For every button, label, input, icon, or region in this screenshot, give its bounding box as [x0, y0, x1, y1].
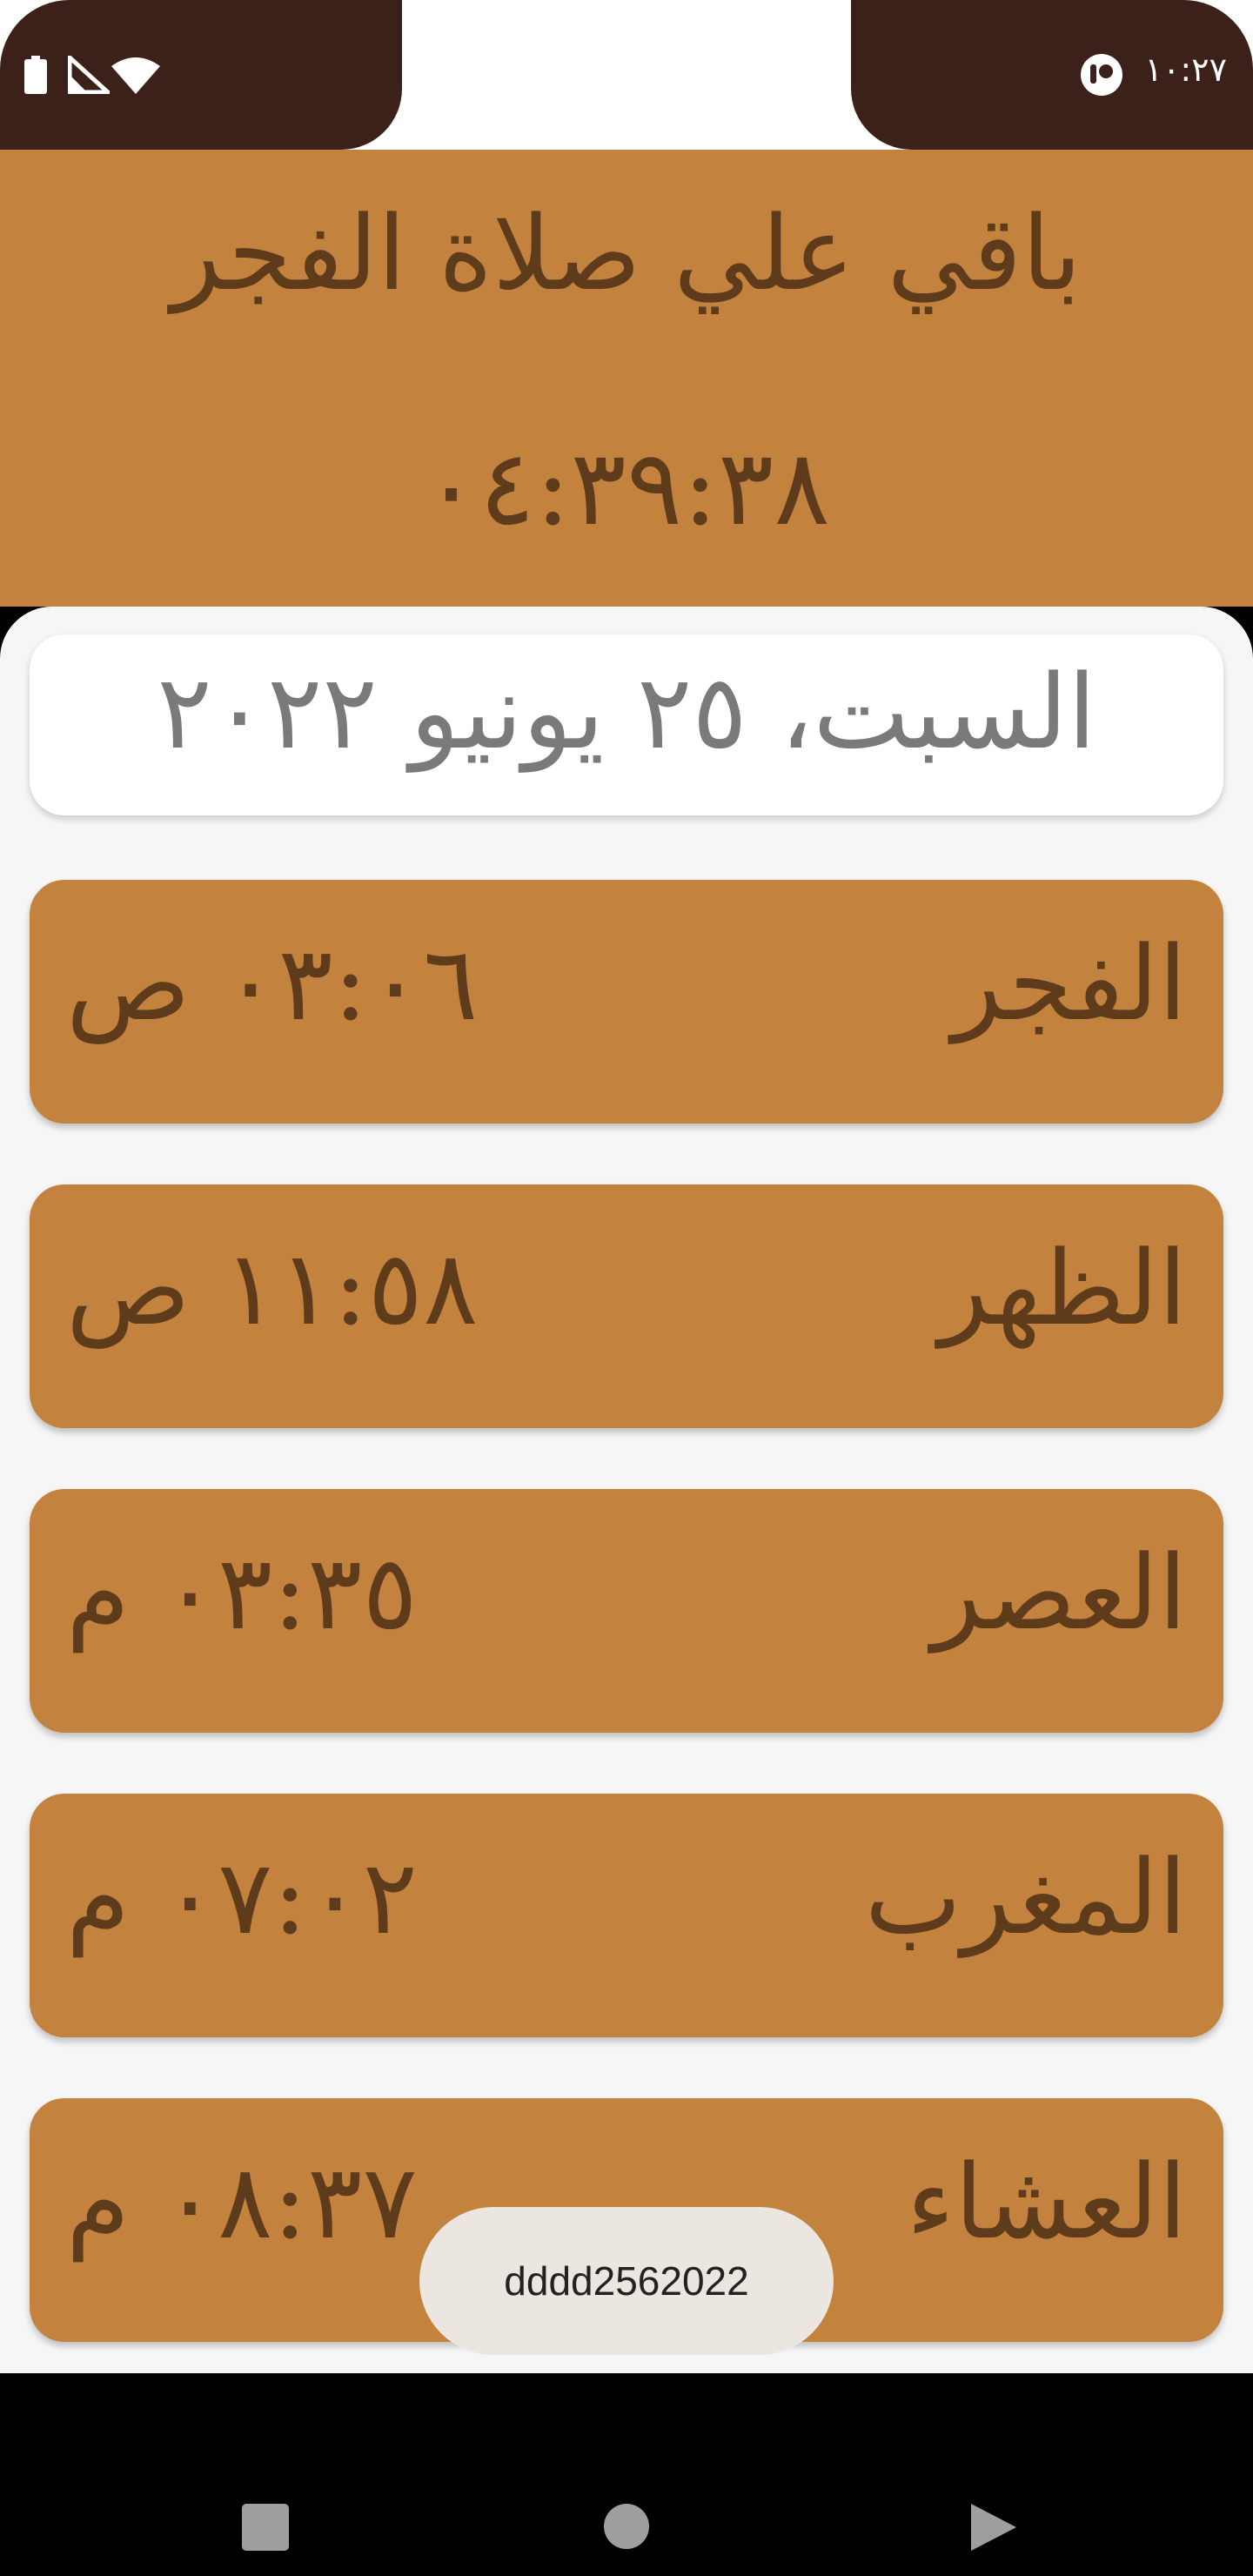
prayer-time: ٠٨:٣٧ م	[66, 2142, 418, 2262]
next-prayer-title: باقي علي صلاة الفجر	[171, 193, 1082, 313]
navigation-bar	[0, 2373, 1253, 2576]
prayer-name: العصر	[931, 1533, 1187, 1653]
status-bar-left	[0, 0, 402, 150]
prayer-name: الفجر	[952, 923, 1187, 1043]
status-bar-right: ١٠:٢٧	[851, 0, 1253, 150]
prayer-card-fajr[interactable]: الفجر ٠٣:٠٦ ص	[30, 880, 1223, 1124]
prayer-time: ٠٣:٠٦ ص	[66, 923, 479, 1043]
battery-icon	[24, 56, 47, 94]
prayer-time: ٠٧:٠٢ م	[66, 1837, 418, 1957]
record-icon	[1081, 54, 1122, 96]
prayer-card-maghrib[interactable]: المغرب ٠٧:٠٢ م	[30, 1794, 1223, 2037]
back-icon[interactable]	[966, 2500, 1020, 2554]
toast-message: dddd2562022	[419, 2207, 834, 2355]
prayer-card-dhuhr[interactable]: الظهر ١١:٥٨ ص	[30, 1184, 1223, 1428]
wifi-icon	[111, 57, 160, 94]
date-text: السبت، ٢٥ يونيو ٢٠٢٢	[157, 652, 1096, 772]
countdown-header: باقي علي صلاة الفجر ٠٤:٣٩:٣٨	[0, 150, 1253, 607]
prayer-name: المغرب	[864, 1837, 1187, 1957]
home-icon[interactable]	[604, 2504, 649, 2549]
prayer-time: ١١:٥٨ ص	[66, 1228, 479, 1348]
content-area[interactable]: السبت، ٢٥ يونيو ٢٠٢٢ الفجر ٠٣:٠٦ ص الظهر…	[0, 607, 1253, 2373]
prayer-name: الظهر	[938, 1228, 1187, 1348]
recents-icon[interactable]	[242, 2504, 289, 2551]
signal-icon	[68, 56, 110, 94]
prayer-card-asr[interactable]: العصر ٠٣:٣٥ م	[30, 1489, 1223, 1733]
countdown-timer: ٠٤:٣٩:٣٨	[423, 428, 830, 549]
status-clock: ١٠:٢٧	[1144, 50, 1227, 89]
prayer-name: العشاء	[906, 2142, 1187, 2262]
prayer-time: ٠٣:٣٥ م	[66, 1533, 418, 1653]
status-bar: ١٠:٢٧	[0, 0, 1253, 150]
date-card: السبت، ٢٥ يونيو ٢٠٢٢	[30, 634, 1223, 815]
